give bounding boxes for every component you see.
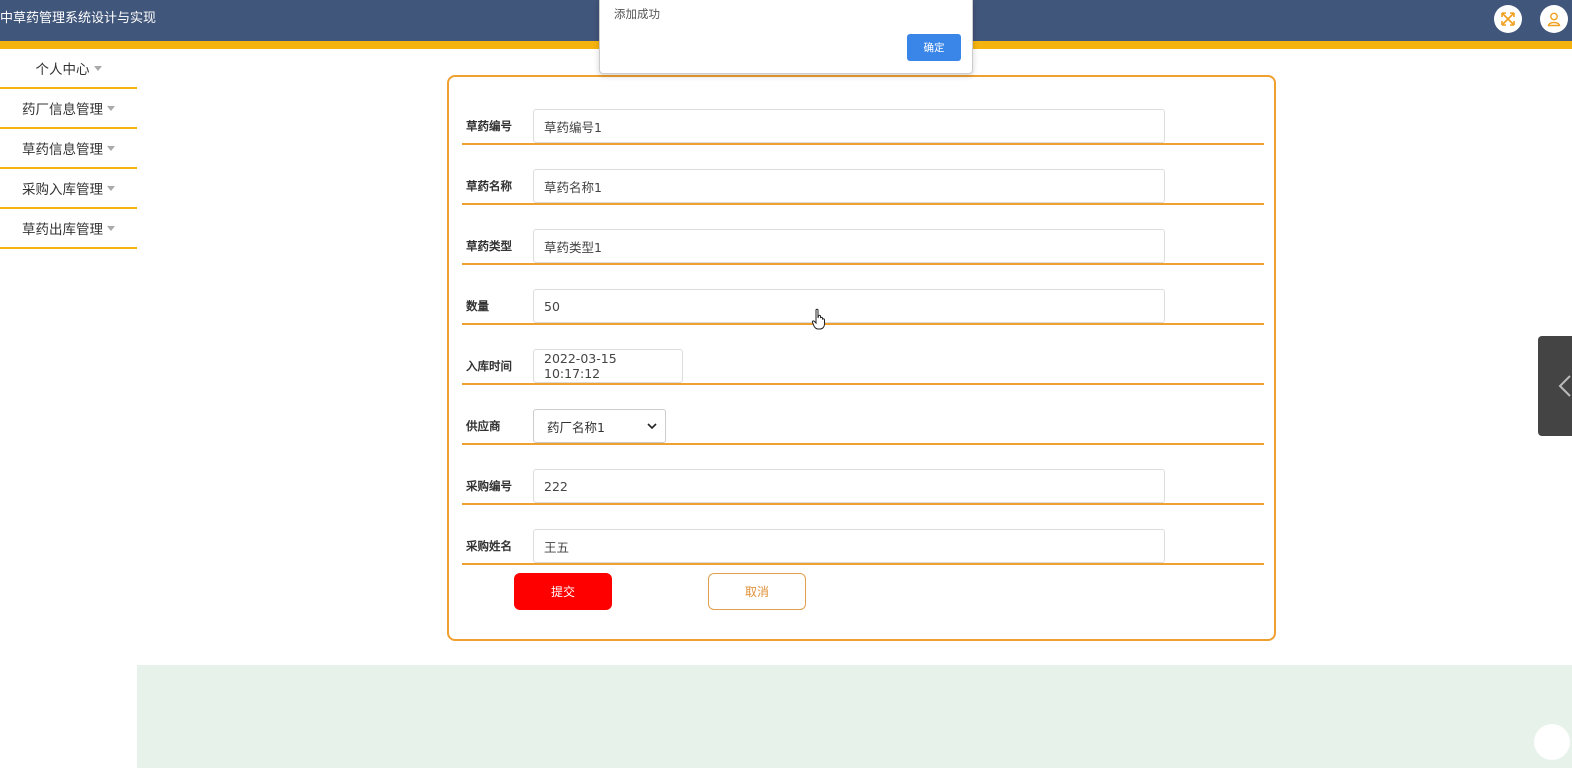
- supplier-selected-value: 药厂名称1: [547, 419, 605, 435]
- caret-down-icon: [107, 185, 115, 191]
- form-row-quantity: 数量 50: [462, 265, 1264, 325]
- quantity-input[interactable]: 50: [533, 289, 1165, 323]
- field-label: 供应商: [466, 419, 501, 433]
- field-label: 入库时间: [466, 359, 512, 373]
- side-panel-toggle[interactable]: [1538, 336, 1572, 436]
- footer-area: [137, 665, 1572, 768]
- alert-message: 添加成功: [614, 7, 660, 21]
- chevron-down-icon: [647, 422, 657, 430]
- sidebar-item-purchase-inbound[interactable]: 采购入库管理: [0, 169, 137, 209]
- sidebar-item-label: 药厂信息管理: [22, 102, 103, 118]
- app-title: 中草药管理系统设计与实现: [0, 11, 157, 26]
- sidebar-item-label: 草药信息管理: [22, 142, 103, 158]
- caret-down-icon: [107, 145, 115, 151]
- alert-ok-button[interactable]: 确定: [907, 34, 961, 61]
- caret-down-icon: [107, 105, 115, 111]
- herb-type-input[interactable]: 草药类型1: [533, 229, 1165, 263]
- fullscreen-icon: [1501, 12, 1515, 26]
- field-label: 采购编号: [466, 479, 512, 493]
- herb-name-input[interactable]: 草药名称1: [533, 169, 1165, 203]
- sidebar-item-herb-info[interactable]: 草药信息管理: [0, 129, 137, 169]
- sidebar-item-herb-outbound[interactable]: 草药出库管理: [0, 209, 137, 249]
- submit-button[interactable]: 提交: [514, 573, 612, 610]
- purchase-form: 草药编号 草药编号1 草药名称 草药名称1 草药类型 草药类型1 数量 50 入…: [447, 75, 1276, 641]
- sidebar-item-label: 采购入库管理: [22, 182, 103, 198]
- user-icon: [1547, 12, 1561, 27]
- cancel-button[interactable]: 取消: [708, 573, 806, 610]
- sidebar-item-label: 草药出库管理: [22, 222, 103, 238]
- field-label: 采购姓名: [466, 539, 512, 553]
- form-row-purchase-code: 采购编号 222: [462, 445, 1264, 505]
- form-row-herb-type: 草药类型 草药类型1: [462, 205, 1264, 265]
- supplier-select[interactable]: 药厂名称1: [533, 409, 666, 443]
- form-row-herb-name: 草药名称 草药名称1: [462, 145, 1264, 205]
- caret-down-icon: [93, 65, 102, 71]
- fullscreen-button[interactable]: [1494, 5, 1522, 33]
- purchase-code-input[interactable]: 222: [533, 469, 1165, 503]
- form-row-supplier: 供应商 药厂名称1: [462, 385, 1264, 445]
- caret-down-icon: [107, 225, 115, 231]
- sidebar: 个人中心 药厂信息管理 草药信息管理 采购入库管理 草药出库管理: [0, 49, 137, 249]
- herb-code-input[interactable]: 草药编号1: [533, 109, 1165, 143]
- field-label: 草药名称: [466, 179, 512, 193]
- hand-cursor-icon: [811, 308, 825, 330]
- inbound-time-input[interactable]: 2022-03-15 10:17:12: [533, 349, 683, 383]
- sidebar-item-factory-info[interactable]: 药厂信息管理: [0, 89, 137, 129]
- floating-button[interactable]: [1534, 724, 1570, 760]
- purchaser-name-input[interactable]: 王五: [533, 529, 1165, 563]
- sidebar-item-personal-center[interactable]: 个人中心: [0, 49, 137, 89]
- chevron-left-icon: [1558, 375, 1571, 397]
- user-button[interactable]: [1540, 5, 1568, 33]
- field-label: 数量: [466, 299, 489, 313]
- alert-dialog: 添加成功 确定: [599, 0, 973, 74]
- form-row-herb-code: 草药编号 草药编号1: [462, 85, 1264, 145]
- field-label: 草药编号: [466, 119, 512, 133]
- form-row-purchaser-name: 采购姓名 王五: [462, 505, 1264, 565]
- sidebar-item-label: 个人中心: [35, 62, 90, 78]
- form-row-inbound-time: 入库时间 2022-03-15 10:17:12: [462, 325, 1264, 385]
- field-label: 草药类型: [466, 239, 512, 253]
